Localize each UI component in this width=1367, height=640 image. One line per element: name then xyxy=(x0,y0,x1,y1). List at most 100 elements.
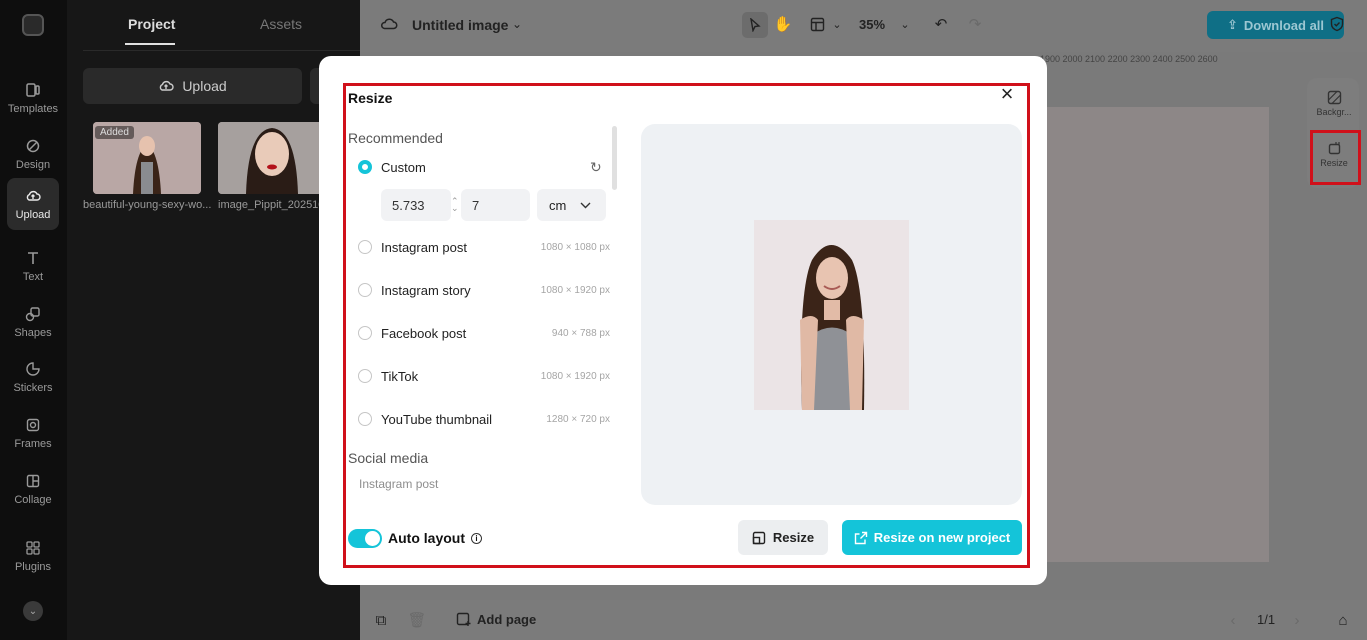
option-facebook-post[interactable]: Facebook post 940 × 788 px xyxy=(358,323,610,343)
upload-button-label: Upload xyxy=(182,78,227,94)
undo-icon[interactable]: ↶ xyxy=(932,15,950,33)
prev-page-icon[interactable]: ‹ xyxy=(1224,611,1242,629)
width-input[interactable]: 5.733 xyxy=(381,189,451,221)
download-all-button[interactable]: ⇪ Download all xyxy=(1207,11,1344,39)
title-chevron-down-icon[interactable]: ⌄ xyxy=(508,15,526,33)
option-dimensions: 940 × 788 px xyxy=(551,327,610,339)
zoom-chevron-down-icon[interactable]: ⌄ xyxy=(896,15,914,33)
option-youtube-thumbnail[interactable]: YouTube thumbnail 1280 × 720 px xyxy=(358,409,610,429)
next-page-icon[interactable]: › xyxy=(1288,611,1306,629)
side-panel: Project Assets Upload Added beautiful-yo… xyxy=(67,0,360,640)
resize-on-new-project-button[interactable]: Resize on new project xyxy=(842,520,1022,555)
hand-pan-icon[interactable]: ✋ xyxy=(774,15,793,33)
shapes-icon xyxy=(25,306,41,322)
background-tool[interactable]: Backgr... xyxy=(1313,90,1355,117)
collapse-chevron-icon[interactable]: ⌄ xyxy=(23,601,43,621)
preview-image xyxy=(754,220,909,410)
rail-item-text[interactable]: Text xyxy=(7,240,59,292)
add-page-icon xyxy=(456,612,471,626)
unit-chevron-down-icon xyxy=(580,202,591,208)
templates-icon xyxy=(25,82,41,98)
open-external-icon xyxy=(854,531,867,544)
rail-item-collage[interactable]: Collage xyxy=(7,463,59,515)
auto-layout-toggle[interactable] xyxy=(348,529,382,548)
rail-item-label: Upload xyxy=(15,208,51,221)
width-stepper-icon[interactable]: ⌃ ⌄ xyxy=(451,197,459,213)
redo-icon[interactable]: ↷ xyxy=(966,15,984,33)
rail-item-design[interactable]: Design xyxy=(7,128,59,180)
option-tiktok[interactable]: TikTok 1080 × 1920 px xyxy=(358,366,610,386)
radio-custom[interactable] xyxy=(358,160,372,174)
height-input[interactable]: 7 xyxy=(461,189,530,221)
reset-icon[interactable]: ↻ xyxy=(590,160,604,174)
add-page-label: Add page xyxy=(477,612,537,627)
unit-value: cm xyxy=(549,197,567,213)
rail-item-templates[interactable]: Templates xyxy=(7,72,59,124)
rail-item-label: Templates xyxy=(7,102,59,115)
rail-item-label: Stickers xyxy=(13,381,53,394)
upload-button[interactable]: Upload xyxy=(83,68,302,104)
rail-item-upload[interactable]: Upload xyxy=(7,178,59,230)
option-label: Instagram story xyxy=(381,282,471,298)
social-option-instagram-post[interactable]: Instagram post xyxy=(359,477,438,491)
pages-panel-icon[interactable]: ⌂ xyxy=(1334,611,1352,629)
upload-icon xyxy=(25,188,41,204)
info-icon[interactable]: i xyxy=(471,532,482,544)
option-instagram-story[interactable]: Instagram story 1080 × 1920 px xyxy=(358,280,610,300)
recommended-heading: Recommended xyxy=(348,130,443,146)
download-all-label: Download all xyxy=(1243,17,1325,33)
select-pointer-icon[interactable] xyxy=(742,12,768,38)
layout-icon[interactable] xyxy=(808,15,826,33)
background-tool-label: Backgr... xyxy=(1316,107,1352,117)
tab-project[interactable]: Project xyxy=(128,16,175,32)
auto-layout-label-group: Auto layout i xyxy=(388,530,482,546)
rail-item-stickers[interactable]: Stickers xyxy=(7,351,59,403)
layout-chevron-down-icon[interactable]: ⌄ xyxy=(828,15,846,33)
rail-item-label: Plugins xyxy=(14,560,52,573)
rail-item-label: Design xyxy=(15,158,51,171)
cloud-icon[interactable] xyxy=(380,15,398,33)
option-custom[interactable]: Custom xyxy=(358,157,610,177)
rail-item-plugins[interactable]: Plugins xyxy=(7,530,59,582)
radio-facebook-post[interactable] xyxy=(358,326,372,340)
tab-underline xyxy=(125,43,175,45)
file-thumbnail[interactable] xyxy=(218,122,326,194)
app-logo-icon[interactable] xyxy=(22,14,44,36)
rail-item-label: Shapes xyxy=(14,326,52,339)
resize-icon xyxy=(752,531,766,544)
resize-button[interactable]: Resize xyxy=(738,520,828,555)
frames-icon xyxy=(25,417,41,433)
panel-divider xyxy=(83,50,360,51)
added-badge: Added xyxy=(95,126,134,139)
radio-instagram-story[interactable] xyxy=(358,283,372,297)
text-icon xyxy=(25,250,41,266)
options-scrollbar[interactable] xyxy=(612,126,617,190)
rail-item-frames[interactable]: Frames xyxy=(7,407,59,459)
option-dimensions: 1080 × 1080 px xyxy=(540,241,610,253)
unit-select[interactable]: cm xyxy=(537,189,606,221)
delete-page-icon[interactable]: 🗑 xyxy=(407,611,426,629)
add-page-button[interactable]: Add page xyxy=(456,612,536,627)
file-thumbnail[interactable]: Added xyxy=(93,122,201,194)
portrait-photo-thumbnail xyxy=(218,122,326,194)
resize-tool-highlight xyxy=(1310,130,1361,185)
cloud-upload-icon xyxy=(160,80,174,91)
duplicate-page-icon[interactable]: ⧉ xyxy=(372,611,390,629)
dialog-title: Resize xyxy=(348,90,393,106)
tab-assets[interactable]: Assets xyxy=(260,16,302,32)
radio-youtube-thumbnail[interactable] xyxy=(358,412,372,426)
background-icon xyxy=(1327,90,1341,105)
rail-item-shapes[interactable]: Shapes xyxy=(7,296,59,348)
file-name: beautiful-young-sexy-wo... xyxy=(83,199,211,211)
zoom-level[interactable]: 35% xyxy=(859,17,885,32)
canvas-image[interactable] xyxy=(1040,107,1269,562)
radio-tiktok[interactable] xyxy=(358,369,372,383)
radio-instagram-post[interactable] xyxy=(358,240,372,254)
shield-icon[interactable] xyxy=(1328,15,1346,33)
option-instagram-post[interactable]: Instagram post 1080 × 1080 px xyxy=(358,237,610,257)
option-dimensions: 1280 × 720 px xyxy=(546,413,610,425)
document-title[interactable]: Untitled image xyxy=(412,17,508,33)
option-label: TikTok xyxy=(381,368,419,384)
close-icon[interactable]: × xyxy=(997,83,1017,105)
page-indicator: 1/1 xyxy=(1257,612,1276,627)
